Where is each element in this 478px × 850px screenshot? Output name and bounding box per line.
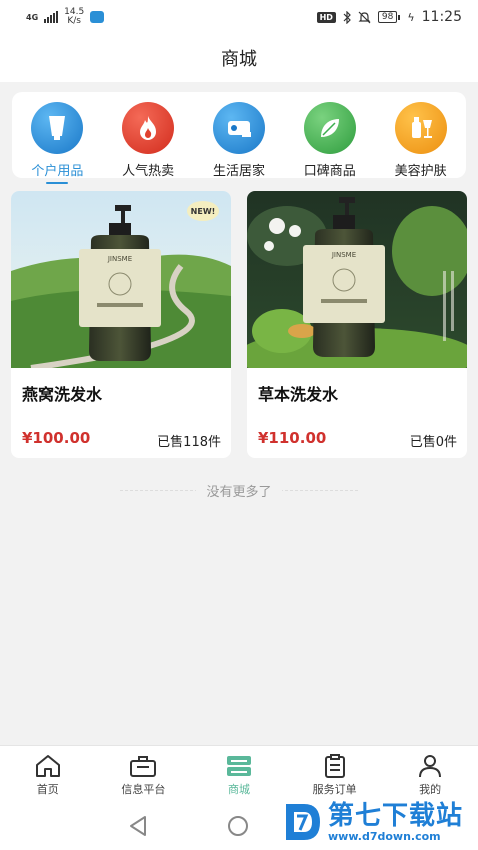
cosmetics-icon [394, 102, 447, 154]
category-label: 个户用品 [31, 164, 84, 179]
product-price: ¥110.00 [258, 429, 327, 447]
category-label: 人气热卖 [122, 164, 175, 179]
category-label: 口碑商品 [303, 164, 356, 179]
bottom-tab-bar: 首页 信息平台 商城 服务订单 我的 [0, 745, 478, 801]
mute-icon [358, 11, 371, 23]
battery-icon: 98 [377, 11, 401, 23]
category-beauty[interactable]: 美容护肤 [378, 102, 464, 179]
tab-label: 服务订单 [312, 783, 357, 796]
category-label: 生活居家 [212, 164, 265, 179]
tab-label: 商城 [227, 783, 250, 796]
category-personal-care[interactable]: 个户用品 [14, 102, 100, 184]
svg-text:JINSME: JINSME [107, 255, 132, 263]
category-home-living[interactable]: 生活居家 [196, 102, 282, 179]
home-nav-icon[interactable] [228, 816, 248, 836]
category-reputation[interactable]: 口碑商品 [287, 102, 373, 179]
product-image: JINSME NEW! [11, 191, 231, 368]
tissue-roll-icon [212, 102, 265, 154]
network-type: 4G [26, 12, 39, 22]
tab-shop[interactable]: 商城 [191, 746, 287, 801]
watermark: 第七下载站 www.d7down.com [284, 800, 463, 844]
tab-label: 首页 [36, 783, 59, 796]
product-sold-count: 已售118件 [157, 435, 221, 450]
page-title: 商城 [221, 49, 257, 70]
watermark-url: www.d7down.com [328, 829, 441, 843]
category-label: 美容护肤 [394, 164, 447, 179]
product-card[interactable]: JINSME 草本洗发水 ¥110.00 已售0件 [247, 191, 467, 458]
network-speed: 14.5 K/s [64, 7, 85, 26]
briefcase-icon [130, 756, 157, 777]
page-title-bar: 商城 [0, 34, 478, 82]
back-nav-icon[interactable] [128, 815, 148, 837]
leaf-icon [303, 102, 356, 154]
clipboard-icon [324, 754, 345, 778]
signal-icon [44, 11, 59, 23]
product-image: JINSME [247, 191, 467, 368]
tube-icon [31, 102, 84, 154]
bluetooth-icon [343, 10, 351, 24]
category-hot-sale[interactable]: 人气热卖 [105, 102, 191, 179]
status-bar: 4G 14.5 K/s HD 98 ϟ 11:25 [0, 0, 478, 34]
product-card[interactable]: JINSME NEW! 燕窝洗发水 ¥100.00 已售118件 [11, 191, 231, 458]
hd-badge: HD [316, 11, 336, 23]
product-sold-count: 已售0件 [409, 435, 457, 450]
new-badge: NEW! [191, 207, 216, 216]
list-end-indicator: 没有更多了 [0, 481, 478, 500]
watermark-title: 第七下载站 [328, 800, 464, 831]
tab-info-platform[interactable]: 信息平台 [96, 746, 192, 801]
tab-label: 信息平台 [121, 783, 166, 796]
list-end-text: 没有更多了 [196, 485, 282, 500]
tab-label: 我的 [419, 783, 442, 796]
d7-logo-icon [286, 804, 320, 840]
tab-service-orders[interactable]: 服务订单 [287, 746, 383, 801]
product-price: ¥100.00 [22, 429, 91, 447]
product-name: 草本洗发水 [258, 385, 339, 404]
active-indicator [46, 182, 69, 184]
flame-icon [122, 102, 175, 154]
user-icon [419, 755, 442, 778]
product-name: 燕窝洗发水 [22, 385, 103, 404]
tab-mine[interactable]: 我的 [382, 746, 478, 801]
tab-home[interactable]: 首页 [0, 746, 96, 801]
home-icon [35, 755, 60, 777]
category-bar: 个户用品 人气热卖 生活居家 口碑商品 美容护肤 [12, 92, 466, 184]
shop-icon [226, 756, 251, 776]
charging-icon: ϟ [407, 10, 415, 24]
svg-text:JINSME: JINSME [331, 251, 356, 259]
clock: 11:25 [421, 9, 462, 25]
message-app-icon [90, 11, 105, 23]
